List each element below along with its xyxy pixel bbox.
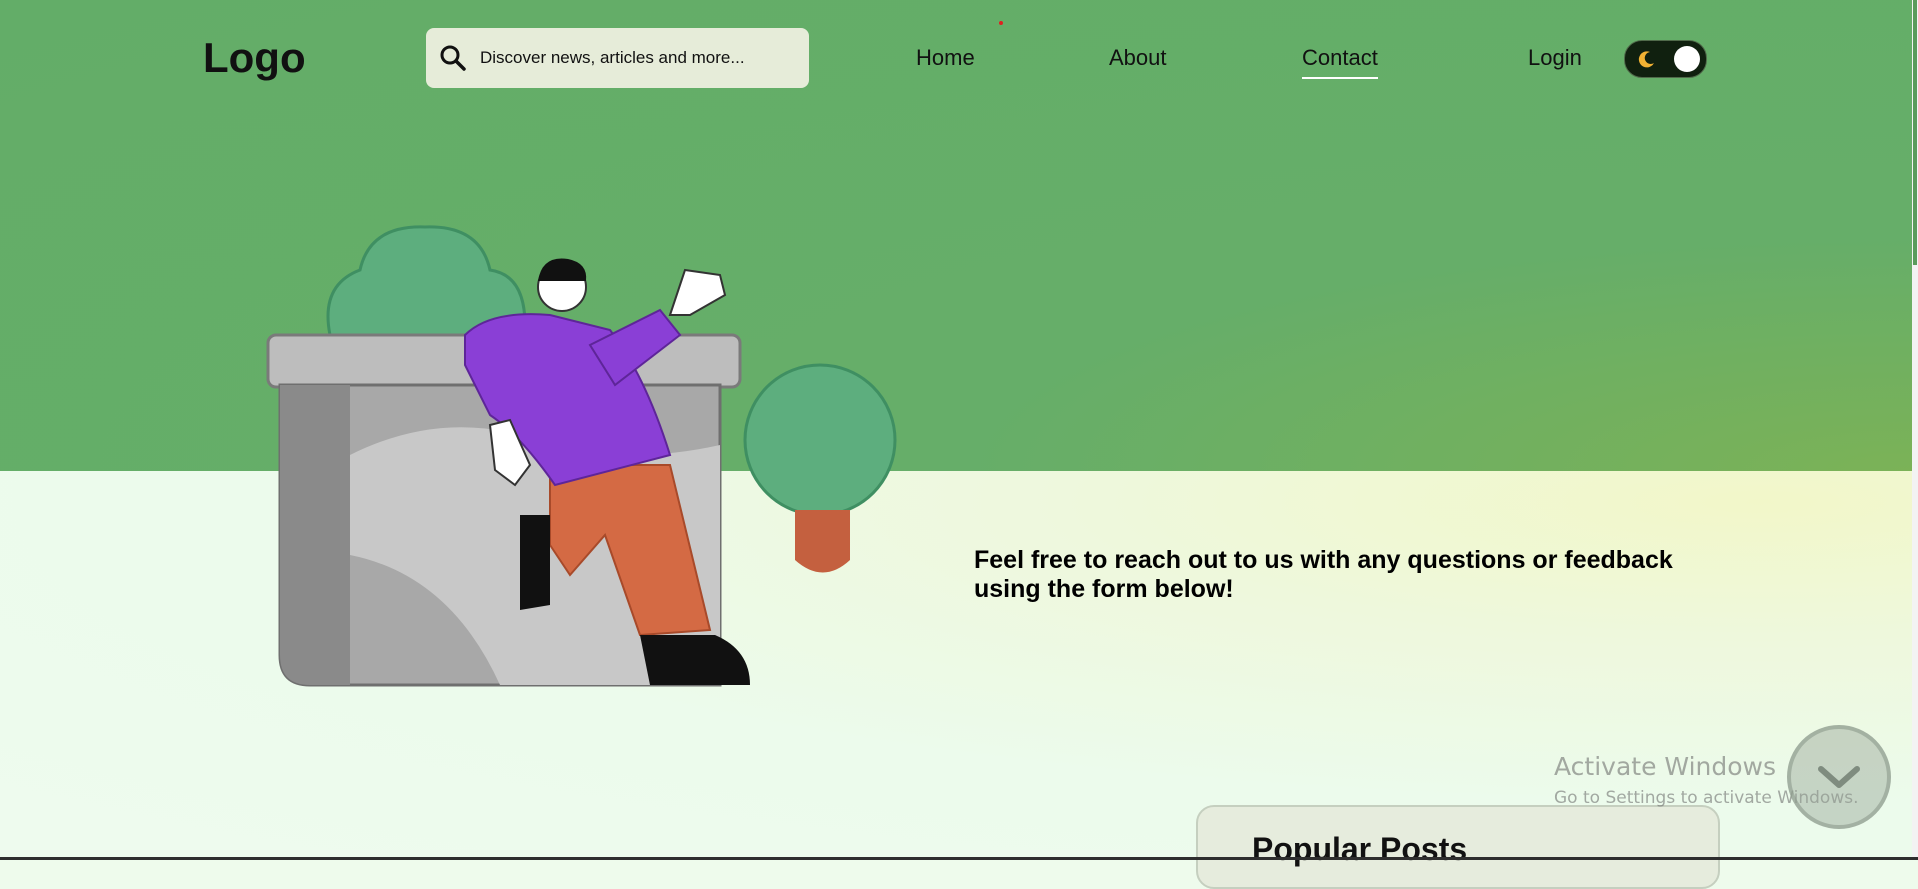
search-bar[interactable] xyxy=(426,28,809,88)
page-scrollbar[interactable] xyxy=(1912,0,1918,860)
chevron-down-icon xyxy=(1818,766,1860,788)
nav-home[interactable]: Home xyxy=(916,45,975,71)
popular-posts-card: Popular Posts xyxy=(1196,805,1720,889)
tree-canopy xyxy=(743,363,897,517)
popular-posts-title: Popular Posts xyxy=(1252,831,1468,867)
moon-icon xyxy=(1638,51,1654,68)
person-hand xyxy=(668,268,727,316)
logo[interactable]: Logo xyxy=(203,34,306,82)
planter-shadow xyxy=(280,385,350,685)
search-icon xyxy=(440,45,466,71)
person-leaning-on-planter-illustration xyxy=(266,225,897,687)
search-input[interactable] xyxy=(478,47,792,69)
nav-about[interactable]: About xyxy=(1109,45,1167,71)
tree-trunk xyxy=(795,510,850,573)
nav-login[interactable]: Login xyxy=(1528,45,1582,71)
contact-tagline: Feel free to reach out to us with any qu… xyxy=(974,546,1673,603)
scroll-down-button[interactable] xyxy=(1787,725,1891,829)
scrollbar-thumb[interactable] xyxy=(1913,0,1917,265)
toggle-knob xyxy=(1674,46,1700,72)
person-hair xyxy=(538,258,587,281)
person-shoes xyxy=(640,635,750,685)
notification-dot xyxy=(999,21,1003,25)
person-back-leg xyxy=(520,515,550,610)
theme-toggle[interactable] xyxy=(1624,40,1707,78)
nav-contact[interactable]: Contact xyxy=(1302,45,1378,79)
